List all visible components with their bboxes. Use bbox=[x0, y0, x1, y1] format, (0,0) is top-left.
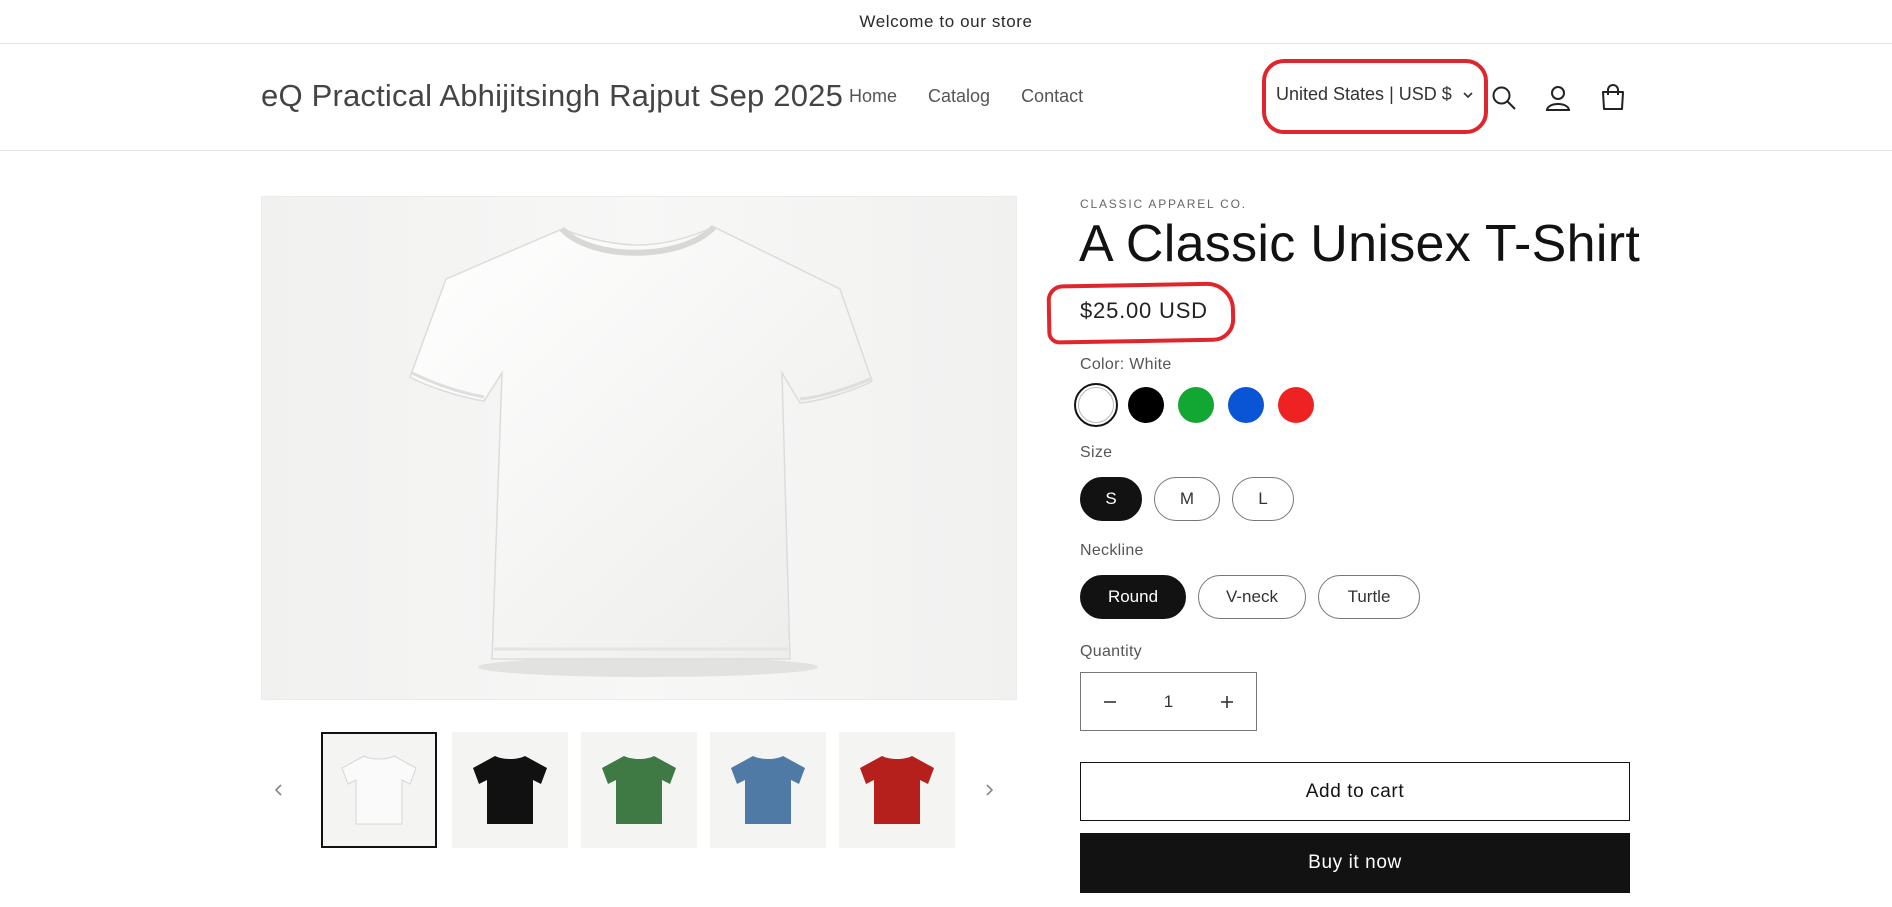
quantity-input[interactable]: 1 bbox=[1164, 692, 1173, 712]
quantity-increase-button[interactable] bbox=[1216, 691, 1238, 713]
chevron-down-icon bbox=[1463, 91, 1473, 98]
product-title: A Classic Unisex T-Shirt bbox=[1079, 215, 1641, 273]
neckline-options: Round V-neck Turtle bbox=[1080, 575, 1420, 619]
size-option-l[interactable]: L bbox=[1232, 477, 1294, 521]
buy-now-button[interactable]: Buy it now bbox=[1080, 833, 1630, 893]
locale-label: United States | USD $ bbox=[1276, 84, 1452, 104]
quantity-decrease-button[interactable] bbox=[1099, 691, 1121, 713]
add-to-cart-button[interactable]: Add to cart bbox=[1080, 762, 1630, 821]
nav-catalog[interactable]: Catalog bbox=[928, 86, 990, 107]
slider-prev-button[interactable] bbox=[267, 778, 291, 802]
product-price: $25.00 USD bbox=[1080, 298, 1208, 323]
size-options: S M L bbox=[1080, 477, 1294, 521]
announcement-text: Welcome to our store bbox=[859, 11, 1033, 31]
thumbnail-green[interactable] bbox=[581, 732, 697, 848]
slider-next-button[interactable] bbox=[977, 778, 1001, 802]
blue-tshirt-thumb bbox=[731, 756, 805, 824]
plus-icon bbox=[1221, 695, 1233, 708]
nav-home[interactable]: Home bbox=[849, 86, 897, 107]
thumbnail-blue[interactable] bbox=[710, 732, 826, 848]
neckline-option-v-neck[interactable]: V-neck bbox=[1198, 575, 1306, 619]
neckline-label: Neckline bbox=[1080, 542, 1144, 559]
chevron-right-icon bbox=[986, 784, 994, 796]
main-nav: Home Catalog Contact bbox=[849, 86, 1083, 107]
swatch-green[interactable] bbox=[1178, 387, 1214, 423]
minus-icon bbox=[1104, 700, 1116, 703]
quantity-label: Quantity bbox=[1080, 643, 1142, 660]
color-label: Color: White bbox=[1080, 356, 1172, 373]
chevron-left-icon bbox=[274, 784, 282, 796]
swatch-blue[interactable] bbox=[1228, 387, 1264, 423]
swatch-white[interactable] bbox=[1074, 383, 1118, 427]
store-title[interactable]: eQ Practical Abhijitsingh Rajput Sep 202… bbox=[261, 78, 843, 114]
thumbnail-slider bbox=[261, 730, 1017, 850]
neckline-option-round[interactable]: Round bbox=[1080, 575, 1186, 619]
white-tshirt-thumb bbox=[341, 755, 417, 825]
swatch-black[interactable] bbox=[1128, 387, 1164, 423]
swatch-red[interactable] bbox=[1278, 387, 1314, 423]
size-option-s[interactable]: S bbox=[1080, 477, 1142, 521]
cart-icon bbox=[1602, 84, 1624, 110]
white-tshirt-image bbox=[262, 197, 1016, 699]
account-icon bbox=[1545, 86, 1571, 111]
thumbnail-red[interactable] bbox=[839, 732, 955, 848]
green-tshirt-thumb bbox=[602, 756, 676, 824]
announcement-bar: Welcome to our store bbox=[0, 0, 1892, 44]
neckline-option-turtle[interactable]: Turtle bbox=[1318, 575, 1420, 619]
product-main-image[interactable] bbox=[261, 196, 1017, 700]
quantity-stepper: 1 bbox=[1080, 672, 1257, 731]
black-tshirt-thumb bbox=[473, 756, 547, 824]
thumbnail-white[interactable] bbox=[321, 732, 437, 848]
search-icon bbox=[1492, 86, 1516, 110]
product-vendor: CLASSIC APPAREL CO. bbox=[1080, 197, 1247, 211]
size-label: Size bbox=[1080, 444, 1113, 461]
red-tshirt-thumb bbox=[860, 756, 934, 824]
site-header: eQ Practical Abhijitsingh Rajput Sep 202… bbox=[0, 44, 1892, 151]
size-option-m[interactable]: M bbox=[1154, 477, 1220, 521]
nav-contact[interactable]: Contact bbox=[1021, 86, 1083, 107]
thumbnail-black[interactable] bbox=[452, 732, 568, 848]
account-button[interactable] bbox=[1540, 80, 1576, 116]
search-button[interactable] bbox=[1486, 80, 1522, 116]
cart-button[interactable] bbox=[1595, 80, 1631, 116]
country-currency-selector[interactable]: United States | USD $ bbox=[1276, 84, 1474, 105]
color-swatches bbox=[1074, 383, 1314, 427]
